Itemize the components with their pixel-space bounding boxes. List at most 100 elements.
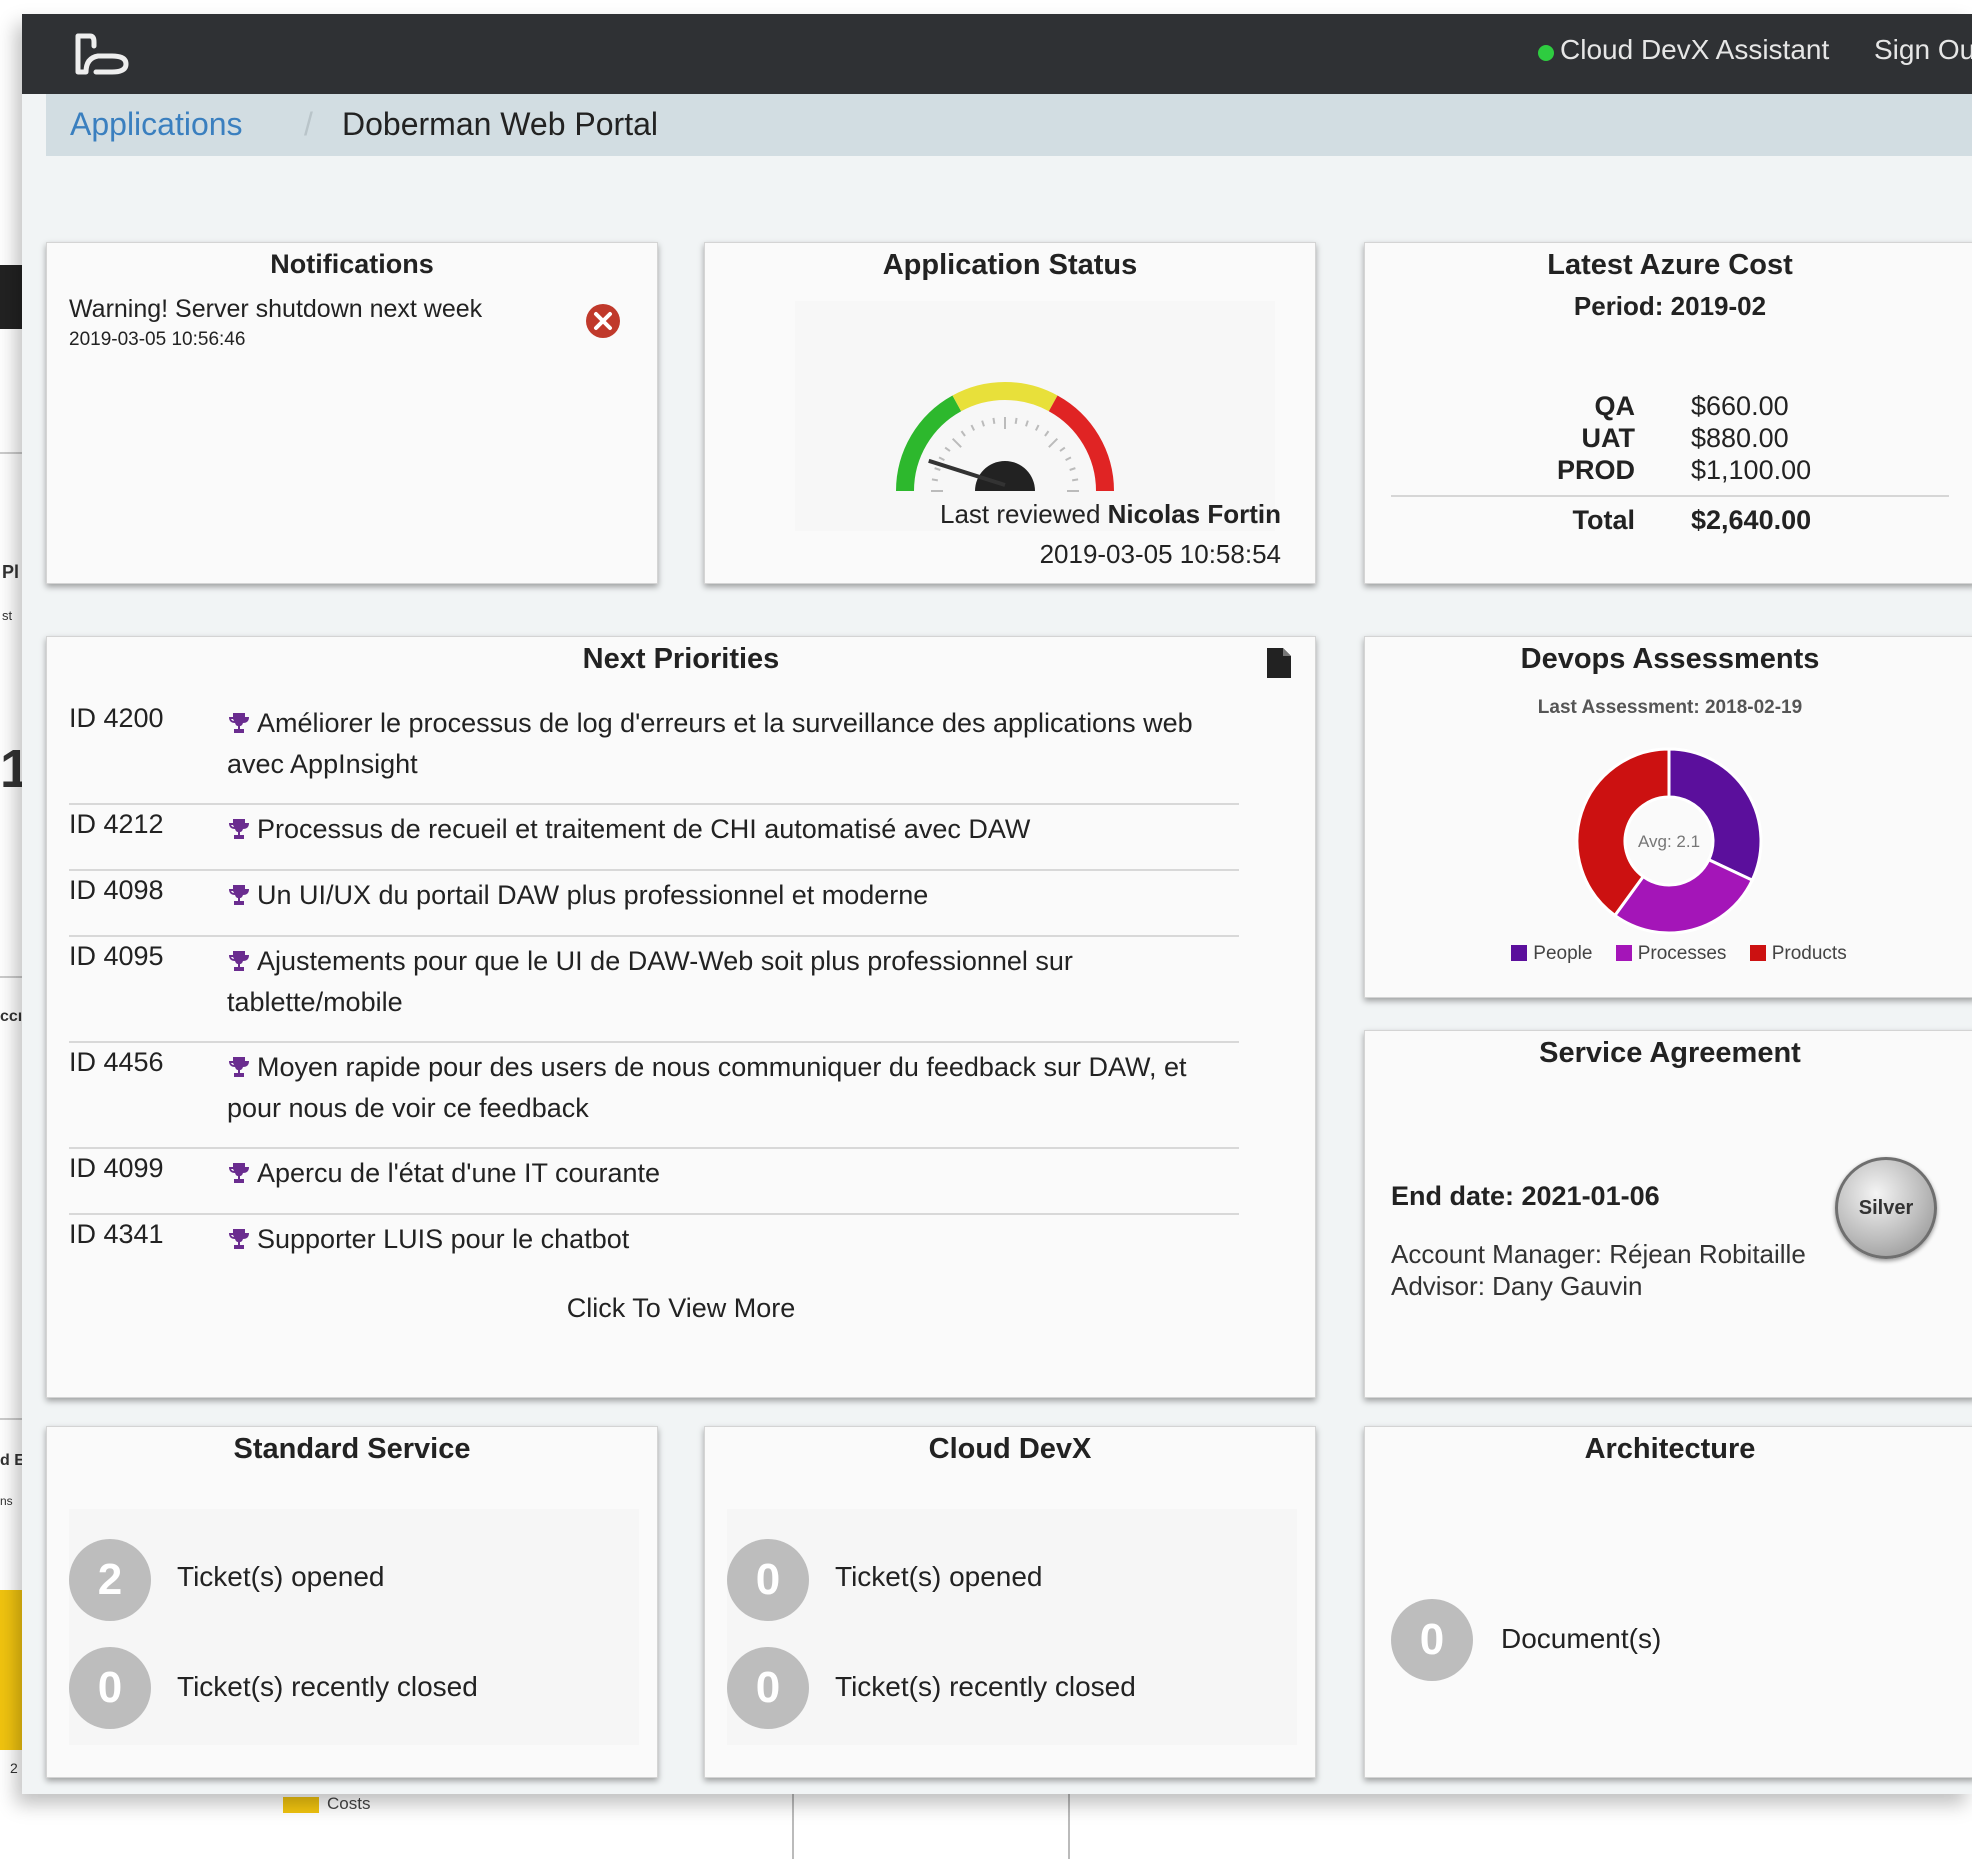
trophy-icon (229, 1057, 249, 1077)
donut-segment-people[interactable] (1667, 747, 1763, 883)
sign-out-link[interactable]: Sign Ou (1874, 34, 1972, 66)
card-title: Cloud DevX (928, 1433, 1092, 1465)
closed-count-badge[interactable]: 0 (69, 1647, 151, 1729)
legend-label-products[interactable]: Products (1772, 943, 1847, 964)
cost-total-value: $2,640.00 (1691, 505, 1812, 535)
priority-row[interactable]: ID 4456 Moyen rapide pour des users de no… (69, 1047, 1239, 1149)
priority-text: Ajustements pour que le UI de DAW-Web so… (227, 941, 1207, 1023)
notification-time: 2019-03-05 10:56:46 (69, 329, 246, 350)
cost-value: $880.00 (1691, 423, 1789, 453)
gauge-tick (992, 417, 996, 424)
gauge-tick (1014, 417, 1018, 424)
background-text: st (2, 608, 13, 623)
trophy-icon (229, 713, 249, 733)
priority-title: Améliorer le processus de log d'erreurs … (227, 708, 1193, 779)
background-toolbar (0, 265, 22, 329)
legend-swatch-people (1511, 945, 1528, 961)
priority-text: Processus de recueil et traitement de CH… (227, 809, 1207, 850)
gauge-tick (951, 437, 962, 448)
last-reviewed-prefix: Last reviewed (939, 499, 1101, 529)
priority-text: Un UI/UX du portail DAW plus professionn… (227, 875, 1207, 916)
cost-label: UAT (1581, 423, 1636, 453)
closed-count-badge[interactable]: 0 (727, 1647, 809, 1729)
last-reviewed-time: 2019-03-05 10:58:54 (1039, 539, 1281, 569)
priority-id: ID 4212 (69, 809, 164, 839)
card-title: Architecture (1584, 1433, 1756, 1465)
breadcrumb: Applications / Doberman Web Portal (46, 94, 1972, 156)
account-manager: Account Manager: Réjean Robitaille (1391, 1239, 1806, 1269)
card-title: Notifications (270, 249, 434, 279)
gauge-tick (1072, 478, 1079, 482)
cost-total-label: Total (1572, 505, 1636, 535)
top-navbar: Cloud DevX Assistant Sign Ou (22, 14, 1972, 94)
background-legend-label: Costs (327, 1794, 371, 1813)
document-count-badge[interactable]: 0 (1391, 1599, 1473, 1681)
card-title: Application Status (882, 249, 1138, 281)
background-divider (0, 976, 22, 978)
gauge-tick (1044, 430, 1050, 437)
tickets-panel: 0 Ticket(s) opened 0 Ticket(s) recently … (727, 1509, 1297, 1745)
priority-id: ID 4098 (69, 875, 164, 905)
gauge-panel (795, 301, 1275, 531)
priority-row[interactable]: ID 4098 Un UI/UX du portail DAW plus prof… (69, 875, 1239, 937)
gauge-tick (1069, 467, 1076, 471)
trophy-icon (229, 885, 249, 905)
breadcrumb-current: Doberman Web Portal (342, 106, 658, 142)
priority-row[interactable]: ID 4212 Processus de recueil et traitemen… (69, 809, 1239, 871)
cloud-devx-card: Cloud DevX 0 Ticket(s) opened 0 Ticket(s… (704, 1426, 1316, 1778)
priority-row[interactable]: ID 4341 Supporter LUIS pour le chatbot (69, 1219, 1239, 1269)
gauge-tick (944, 446, 951, 452)
priority-title: Ajustements pour que le UI de DAW-Web so… (227, 946, 1073, 1017)
close-circle-icon[interactable] (585, 303, 621, 339)
legend-swatch-products (1749, 945, 1766, 961)
gauge-tick (1025, 420, 1029, 427)
card-title: Latest Azure Cost (1547, 249, 1793, 281)
legend-label-people[interactable]: People (1533, 943, 1592, 964)
cost-value: $1,100.00 (1691, 455, 1812, 485)
priority-row[interactable]: ID 4095 Ajustements pour que le UI de DAW… (69, 941, 1239, 1043)
gauge-tick (1048, 437, 1059, 448)
background-divider (0, 452, 22, 454)
background-chart-bar (0, 1590, 24, 1750)
view-more-link[interactable]: Click To View More (47, 1293, 1315, 1324)
breadcrumb-applications-link[interactable]: Applications (70, 106, 243, 143)
opened-count-badge[interactable]: 0 (727, 1539, 809, 1621)
advisor: Advisor: Dany Gauvin (1391, 1271, 1643, 1301)
priorities-list: ID 4200 Améliorer le processus de log d'e… (69, 703, 1259, 1323)
priority-row[interactable]: ID 4099 Apercu de l'état d'une IT courant… (69, 1153, 1239, 1215)
card-title: Next Priorities (582, 643, 780, 675)
gauge-tick (931, 478, 938, 482)
donut-average-label: Avg: 2.1 (1638, 832, 1700, 851)
background-text: 2 (10, 1760, 18, 1776)
gauge-tick (934, 467, 941, 471)
opened-count-badge[interactable]: 2 (69, 1539, 151, 1621)
background-text: ns (0, 1494, 13, 1508)
gauge-band (1048, 395, 1114, 492)
priority-row[interactable]: ID 4200 Améliorer le processus de log d'e… (69, 703, 1239, 805)
legend-label-processes[interactable]: Processes (1638, 943, 1727, 964)
app-logo-icon[interactable] (72, 32, 132, 76)
document-icon[interactable] (1265, 647, 1293, 679)
status-gauge (896, 382, 1114, 492)
online-status-icon (1538, 45, 1554, 61)
next-priorities-card: Next Priorities ID 4200 Améliorer le proc… (46, 636, 1316, 1398)
donut-legend: People Processes Products (1365, 943, 1972, 965)
priority-id: ID 4456 (69, 1047, 164, 1077)
priority-id: ID 4099 (69, 1153, 164, 1183)
application-status-card: Application Status Last reviewed Nicolas… (704, 242, 1316, 584)
breadcrumb-separator: / (304, 106, 313, 142)
notification-message: Warning! Server shutdown next week (69, 295, 483, 323)
last-assessment-date: Last Assessment: 2018-02-19 (1537, 697, 1803, 718)
background-divider (792, 1790, 794, 1859)
priority-title: Processus de recueil et traitement de CH… (257, 814, 1031, 844)
assessment-donut-chart: Avg: 2.1 (1575, 747, 1763, 935)
card-title: Service Agreement (1539, 1037, 1801, 1069)
priority-id: ID 4200 (69, 703, 164, 733)
gauge-tick (981, 420, 985, 427)
gauge-tick (960, 430, 966, 437)
background-divider (1068, 1790, 1070, 1859)
priority-title: Moyen rapide pour des users de nous comm… (227, 1052, 1187, 1123)
gauge-tick (1065, 456, 1072, 462)
priority-text: Supporter LUIS pour le chatbot (227, 1219, 1207, 1260)
assistant-link[interactable]: Cloud DevX Assistant (1560, 34, 1829, 66)
